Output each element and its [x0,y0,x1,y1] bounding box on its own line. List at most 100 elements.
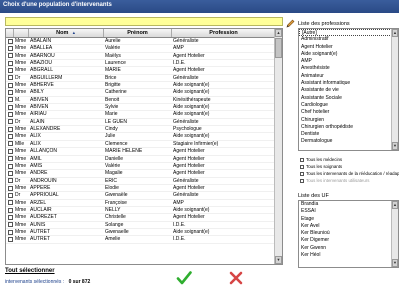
professions-list[interactable]: [Autre] Administratif Agent Hotelier Aide s… [298,28,399,151]
table-row[interactable]: Mme ABGRALL MARIE Agent Hotelier [6,67,276,75]
table-row[interactable]: Mme APPERE Elodie Agent Hotelier [6,185,276,193]
population-checkbox-row[interactable]: Tous les soignants [300,163,399,170]
profession-item[interactable]: Assistant informatique [299,80,398,87]
table-row[interactable]: Mme ABALAIN Aurelie Généraliste [6,38,276,46]
profession-item[interactable]: Administratif [299,36,398,43]
uf-list[interactable]: Brandia ESSAI Etage Ker Avel Ker Bleunioù Ker… [298,200,399,268]
row-checkbox[interactable] [8,134,13,140]
table-row[interactable]: Mme AUTRET Gwenaelle Aide soignant(e) [6,229,276,237]
header-nom[interactable]: Nom ▲ [29,29,104,37]
table-row[interactable]: Mlle ALIX Clemence Stagiaire Infirmier(e) [6,141,276,149]
table-row[interactable]: Mme AIRIAU Marie Aide soignant(e) [6,111,276,119]
profession-item[interactable]: Dermatologue [299,138,398,145]
uf-item[interactable]: Etage [299,216,398,223]
row-checkbox[interactable] [8,148,13,154]
header-prenom[interactable]: Prénom [104,29,172,37]
table-row[interactable]: Mme AMIS Valérie Agent Hotelier [6,163,276,171]
row-checkbox[interactable] [8,236,13,242]
row-checkbox[interactable] [8,185,13,191]
row-checkbox[interactable] [8,126,13,132]
profession-item[interactable]: Assistante Sociale [299,95,398,102]
table-row[interactable]: Mme AUDREZET Christelle Agent Hotelier [6,214,276,222]
validate-button[interactable] [176,270,192,286]
scroll-thumb[interactable] [275,38,282,58]
row-checkbox[interactable] [8,104,13,110]
uf-item[interactable]: Ker Avel [299,223,398,230]
uf-item[interactable]: Ker Gwenn [299,245,398,252]
profession-item[interactable]: Aide soignant(e) [299,51,398,58]
profession-item[interactable]: Cardiologue [299,102,398,109]
profession-item[interactable]: Assistante de vie [299,87,398,94]
row-checkbox[interactable] [8,119,13,125]
row-checkbox[interactable] [8,53,13,59]
scroll-up-icon[interactable]: ▲ [392,201,398,209]
population-checkbox-row[interactable]: Tous les médecins [300,156,399,163]
table-scrollbar[interactable]: ▲ ▼ [274,29,282,264]
uf-item[interactable]: ESSAI [299,208,398,215]
population-checkbox[interactable] [300,157,304,162]
row-checkbox[interactable] [8,38,13,44]
table-row[interactable]: Mme ARZEL Françoise AMP [6,200,276,207]
row-checkbox[interactable] [8,207,13,213]
scroll-down-icon[interactable]: ▼ [275,256,282,264]
cancel-button[interactable] [228,270,244,286]
row-checkbox[interactable] [8,82,13,88]
uf-item[interactable]: Ker Digemer [299,237,398,244]
scroll-down-icon[interactable]: ▼ [392,142,398,150]
row-checkbox[interactable] [8,75,13,81]
scroll-up-icon[interactable]: ▲ [392,29,398,37]
population-checkbox[interactable] [300,171,304,176]
table-row[interactable]: Mme ABAZIOU Laurence I.D.E. [6,60,276,68]
profession-item[interactable]: Animateur [299,73,398,80]
row-checkbox[interactable] [8,46,13,52]
table-row[interactable]: Dr ABGUILLERM Brice Généraliste [6,75,276,83]
table-row[interactable]: Mme ABARNOU Maëlys Agent Hotelier [6,53,276,61]
profession-item[interactable]: Chirurgien orthopédiste [299,124,398,131]
uf-scrollbar[interactable]: ▲ ▼ [391,201,398,267]
table-row[interactable]: Mme AUTRET Amelie I.D.E. [6,236,276,244]
table-row[interactable]: Mme ANDRE Magalie Agent Hotelier [6,170,276,178]
row-checkbox[interactable] [8,68,13,74]
row-checkbox[interactable] [8,192,13,198]
row-checkbox[interactable] [8,141,13,147]
table-row[interactable]: Mme ABALLEA Valérie AMP [6,45,276,53]
row-checkbox[interactable] [8,90,13,96]
profession-item[interactable]: [Autre] [299,29,398,37]
scroll-up-icon[interactable]: ▲ [275,29,282,37]
table-row[interactable]: Mme ABIVEN Sylvie Aide soignant(e) [6,104,276,112]
edit-button[interactable] [286,15,295,28]
table-row[interactable]: Dr APPRIOUAL Gwenaële Généraliste [6,192,276,200]
uf-item[interactable]: Ker Bleunioù [299,230,398,237]
row-checkbox[interactable] [8,229,13,235]
table-row[interactable]: Mme ALLANÇON MARIE HÉLÈNE Agent Hotelier [6,148,276,156]
population-checkbox[interactable] [300,164,304,169]
table-row[interactable]: M. ABIVEN Benoit Kinésithérapeute [6,97,276,105]
header-profession[interactable]: Profession [172,29,276,37]
table-row[interactable]: Dr ANDROUIN ERIC Généraliste [6,178,276,185]
profession-item[interactable]: AMP [299,58,398,65]
row-checkbox[interactable] [8,97,13,103]
table-row[interactable]: Mme ALIX Julie Aide soignant(e) [6,133,276,141]
profession-item[interactable]: Anesthésiste [299,65,398,72]
row-checkbox[interactable] [8,163,13,169]
row-checkbox[interactable] [8,60,13,66]
profession-item[interactable]: Agent Hotelier [299,44,398,51]
table-row[interactable]: Mme AUCLAIR NELLY Aide soignant(e) [6,207,276,215]
uf-item[interactable]: Ker Héol [299,252,398,259]
row-checkbox[interactable] [8,178,13,184]
profession-item[interactable]: Chirurgien [299,117,398,124]
search-input[interactable] [5,17,283,26]
uf-item[interactable]: Brandia [299,201,398,208]
table-row[interactable]: Dr ALAIN LE GUEN Généraliste [6,119,276,127]
table-row[interactable]: Mme ABILY Catherine Aide soignant(e) [6,89,276,97]
select-all-link[interactable]: Tout sélectionner [5,268,55,274]
row-checkbox[interactable] [8,156,13,162]
table-row[interactable]: Mme ABHERVE Brigitte Aide soignant(e) [6,82,276,90]
row-checkbox[interactable] [8,112,13,118]
profession-item[interactable]: Chef hotelier [299,109,398,116]
table-row[interactable]: Mme AUNIS Solange I.D.E. [6,222,276,229]
row-checkbox[interactable] [8,214,13,220]
table-row[interactable]: Mme AMIL Danielle Agent Hotelier [6,156,276,163]
row-checkbox[interactable] [8,200,13,206]
population-checkbox-row[interactable]: Tous les intervenants de la rééducation … [300,170,399,177]
